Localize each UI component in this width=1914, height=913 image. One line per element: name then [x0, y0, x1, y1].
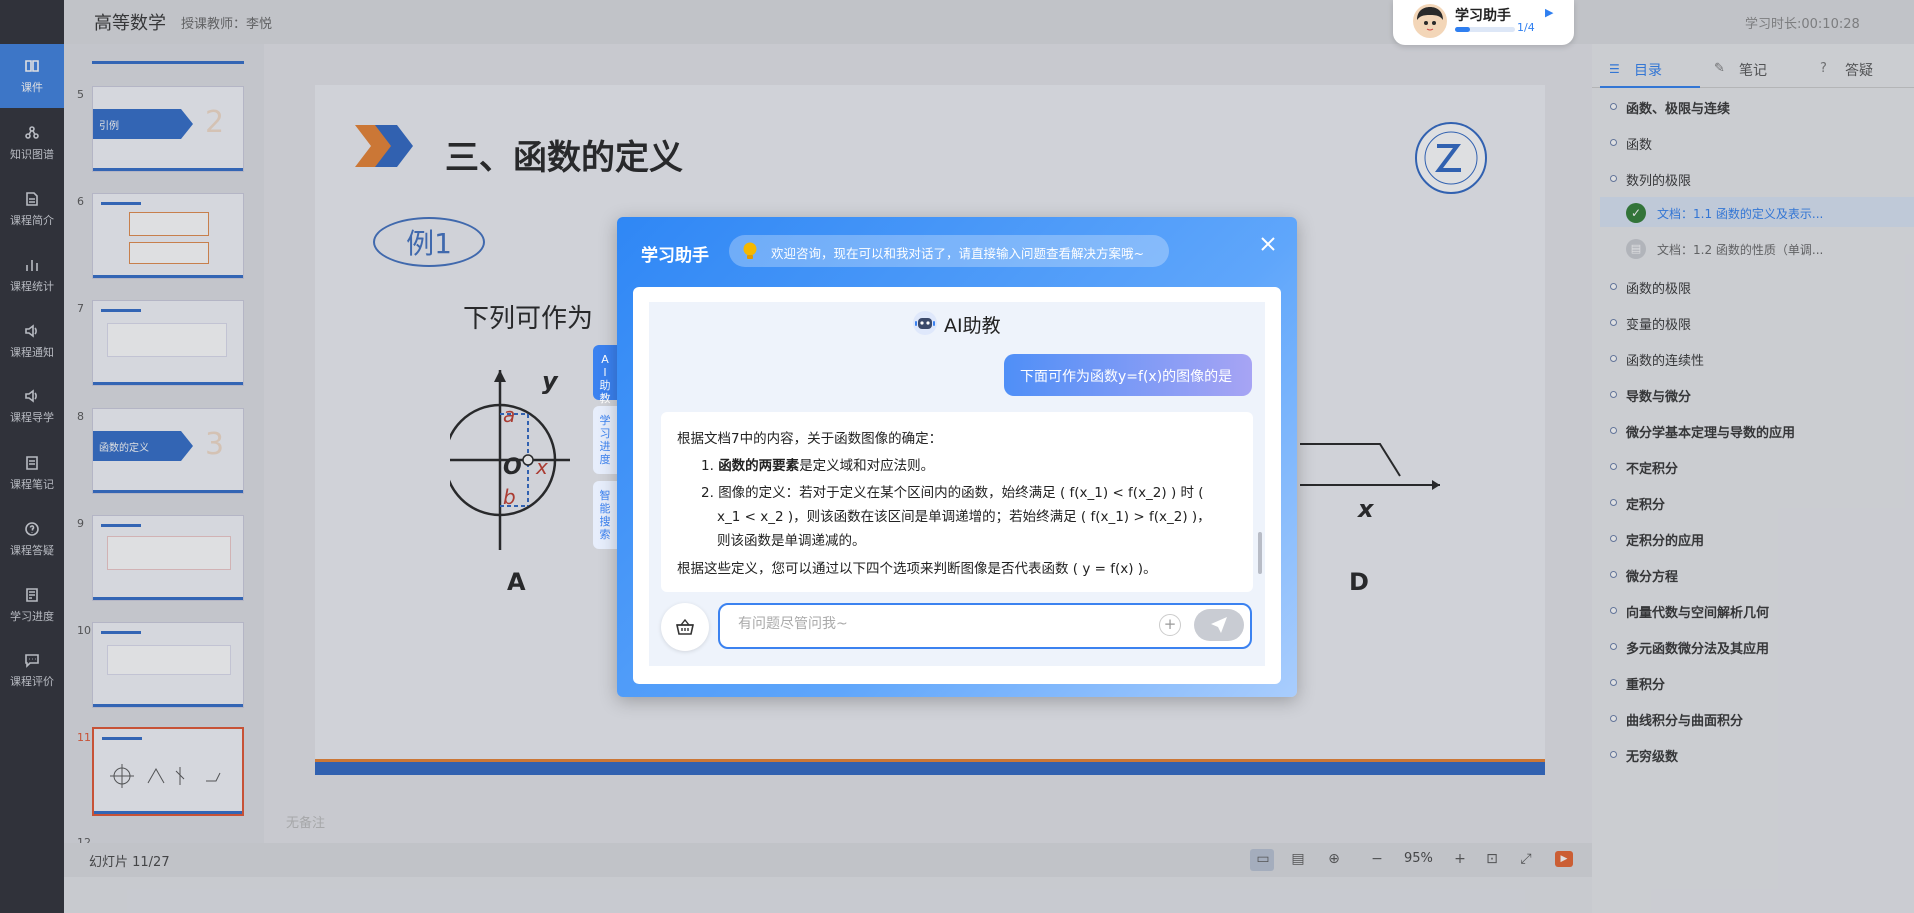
answer-intro: 根据文档7中的内容，关于函数图像的确定：	[677, 431, 943, 447]
avatar	[1413, 4, 1447, 38]
answer-line: 则该函数是单调递减的。	[717, 533, 866, 549]
answer-closing: 根据这些定义，您可以通过以下四个选项来判断图像是否代表函数 ( y = f(x)…	[677, 561, 1157, 577]
answer-item-number: 2.	[701, 485, 714, 501]
answer-item-bold: 函数的两要素	[718, 458, 800, 474]
assistant-pill-title: 学习助手	[1455, 8, 1511, 24]
basket-button[interactable]	[661, 603, 709, 651]
study-assistant-pill[interactable]: 学习助手 1/4 ▶	[1393, 0, 1574, 45]
close-icon[interactable]	[1257, 233, 1279, 255]
user-message: 下面可作为函数y=f(x)的图像的是	[1004, 354, 1252, 396]
send-button[interactable]	[1194, 609, 1244, 641]
robot-icon	[913, 311, 937, 335]
answer-item-text: 图像的定义：若对于定义在某个区间内的函数，始终满足 ( f(x_1) < f(x…	[718, 485, 1204, 501]
side-tab-smart-search[interactable]: 智能搜索	[593, 481, 617, 549]
send-icon	[1211, 617, 1227, 633]
play-arrow-icon[interactable]: ▶	[1545, 6, 1553, 19]
ai-tutor-title: AI助教	[944, 315, 1001, 337]
answer-item-2: 2. 图像的定义：若对于定义在某个区间内的函数，始终满足 ( f(x_1) < …	[701, 482, 1204, 505]
dialog-title: 学习助手	[641, 246, 709, 266]
answer-item-1: 1. 函数的两要素是定义域和对应法则。	[701, 455, 934, 478]
assistant-progress-bar	[1455, 27, 1515, 32]
welcome-banner: 欢迎咨询，现在可以和我对话了，请直接输入问题查看解决方案哦~	[729, 235, 1169, 267]
side-tab-ai-assistant[interactable]: AI助教	[593, 345, 617, 405]
add-attachment-button[interactable]: +	[1159, 614, 1181, 636]
lightbulb-icon	[743, 242, 757, 259]
side-tab-study-progress[interactable]: 学习进度	[593, 406, 617, 474]
basket-icon	[676, 618, 694, 635]
answer-item-text: 是定义域和对应法则。	[799, 458, 935, 474]
answer-item-number: 1.	[701, 458, 714, 474]
assistant-progress-count: 1/4	[1517, 21, 1535, 34]
chat-scrollbar[interactable]	[1258, 532, 1262, 574]
answer-line: x_1 < x_2 )，则该函数在该区间是单调递增的；若始终满足 ( f(x_1…	[717, 509, 1211, 525]
chat-input[interactable]	[738, 616, 1118, 632]
ai-answer: 根据文档7中的内容，关于函数图像的确定： 1. 函数的两要素是定义域和对应法则。…	[661, 412, 1253, 592]
